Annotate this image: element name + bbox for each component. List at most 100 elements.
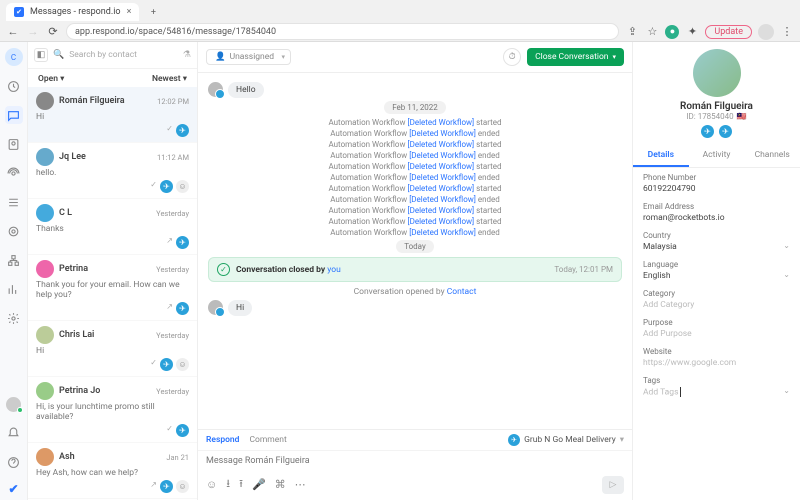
inbox-toggle-icon[interactable]: ◧ [34, 48, 48, 62]
conversation-row[interactable]: Chris Lai Yesterday Hi ✓✈☺ [28, 321, 197, 377]
timestamp: Yesterday [156, 331, 189, 340]
forward-icon[interactable]: → [26, 25, 40, 39]
telegram-icon[interactable]: ✈ [701, 125, 714, 138]
workflow-link[interactable]: [Deleted Workflow] [407, 206, 474, 215]
workflow-link[interactable]: [Deleted Workflow] [409, 151, 476, 160]
workflow-link[interactable]: [Deleted Workflow] [409, 228, 476, 237]
sent-icon: ↗ [166, 236, 173, 249]
address-bar[interactable]: app.respond.io/space/54816/message/17854… [66, 23, 619, 40]
workflow-link[interactable]: [Deleted Workflow] [407, 184, 474, 193]
org-icon[interactable] [5, 251, 23, 269]
back-icon[interactable]: ← [6, 25, 20, 39]
upload-icon[interactable]: ⭱ [239, 475, 243, 494]
close-tab-icon[interactable]: × [127, 7, 132, 17]
workflows-icon[interactable] [5, 222, 23, 240]
assignee-dropdown[interactable]: 👤 Unassigned [206, 49, 291, 65]
opened-by-link[interactable]: Contact [447, 287, 477, 297]
sort-filter[interactable]: Newest ▾ [152, 74, 187, 84]
extension-icon[interactable]: ● [665, 25, 679, 39]
workflow-link[interactable]: [Deleted Workflow] [407, 140, 474, 149]
field-value[interactable]: Malaysia [643, 242, 790, 252]
message-input[interactable] [206, 456, 624, 466]
field-value[interactable]: English [643, 271, 790, 281]
closed-by-link[interactable]: you [327, 265, 341, 275]
contacts-icon[interactable] [5, 135, 23, 153]
update-button[interactable]: Update [705, 25, 752, 39]
search-icon[interactable]: 🔍 [53, 50, 64, 60]
conversation-row[interactable]: Ash Jan 21 Hey Ash, how can we help? ↗✈☺ [28, 443, 197, 499]
workflow-link[interactable]: [Deleted Workflow] [407, 118, 474, 127]
send-button[interactable]: ▷ [602, 476, 624, 494]
browser-tab[interactable]: ✔ Messages - respond.io × [6, 3, 139, 21]
profile-avatar[interactable] [758, 24, 774, 40]
channel-select[interactable]: ✈Grub N Go Meal Delivery ▾ [508, 434, 624, 446]
tab-channels[interactable]: Channels [744, 145, 800, 167]
extensions-icon[interactable]: ✦ [685, 25, 699, 39]
open-filter[interactable]: Open ▾ [38, 74, 64, 84]
reports-icon[interactable] [5, 280, 23, 298]
conversation-row[interactable]: Petrina Jo Yesterday Hi, is your lunchti… [28, 377, 197, 443]
profile-field[interactable]: Category Add Category [643, 289, 790, 310]
workflow-link[interactable]: [Deleted Workflow] [409, 173, 476, 182]
field-value[interactable]: Add Category [643, 300, 790, 310]
broadcast-icon[interactable] [5, 164, 23, 182]
attach-icon[interactable]: ⭳ [226, 475, 230, 494]
workflow-link[interactable]: [Deleted Workflow] [407, 162, 474, 171]
workflow-link[interactable]: [Deleted Workflow] [407, 217, 474, 226]
emoji-icon[interactable]: ☺ [206, 478, 217, 491]
profile-field[interactable]: Purpose Add Purpose [643, 318, 790, 339]
profile-field[interactable]: Email Address roman@rocketbots.io [643, 202, 790, 223]
settings-icon[interactable] [5, 309, 23, 327]
chevron-down-icon[interactable]: ⌄ [783, 241, 790, 250]
snippet-icon[interactable]: ⌘ [275, 478, 286, 491]
field-value[interactable]: roman@rocketbots.io [643, 213, 790, 223]
browser-chrome: ✔ Messages - respond.io × + ← → ⟳ app.re… [0, 0, 800, 42]
more-icon[interactable]: ⋯ [295, 478, 306, 491]
conversation-row[interactable]: Petrina Yesterday Thank you for your ema… [28, 255, 197, 321]
tab-respond[interactable]: Respond [206, 435, 239, 445]
profile-field[interactable]: Website https://www.google.com [643, 347, 790, 368]
star-icon[interactable]: ☆ [645, 25, 659, 39]
preview-text: Thank you for your email. How can we hel… [36, 280, 189, 300]
conversation-row[interactable]: C L Yesterday Thanks ↗✈ [28, 199, 197, 255]
new-tab-button[interactable]: + [145, 5, 161, 21]
chevron-down-icon[interactable]: ⌄ [783, 386, 790, 395]
menu-icon[interactable]: ⋮ [780, 25, 794, 39]
timestamp: Yesterday [156, 387, 189, 396]
close-conversation-button[interactable]: Close Conversation [527, 48, 624, 66]
telegram-icon[interactable]: ✈ [719, 125, 732, 138]
list-icon[interactable] [5, 193, 23, 211]
field-value[interactable]: 60192204790 [643, 184, 790, 194]
help-icon[interactable] [5, 453, 23, 471]
conversation-row[interactable]: Jq Lee 11:12 AM hello. ✓✈☺ [28, 143, 197, 199]
conversation-row[interactable]: Román Filgueira 12:02 PM Hi ✓✈ [28, 87, 197, 143]
share-icon[interactable]: ⇪ [625, 25, 639, 39]
workflow-link[interactable]: [Deleted Workflow] [409, 129, 476, 138]
profile-field[interactable]: Country Malaysia ⌄ [643, 231, 790, 252]
profile-avatar[interactable] [693, 49, 741, 97]
dashboard-icon[interactable] [5, 77, 23, 95]
snooze-icon[interactable]: ⏱ [503, 48, 521, 66]
notifications-icon[interactable] [5, 424, 23, 442]
workspace-avatar[interactable]: C [5, 48, 23, 66]
reload-icon[interactable]: ⟳ [46, 25, 60, 39]
field-value[interactable]: Add Tags [643, 387, 790, 397]
profile-field[interactable]: Language English ⌄ [643, 260, 790, 281]
search-input[interactable]: Search by contact [69, 50, 178, 60]
field-value[interactable]: Add Purpose [643, 329, 790, 339]
chevron-down-icon[interactable]: ⌄ [783, 270, 790, 279]
conversation-opened-text: Conversation opened by Contact [208, 287, 622, 297]
messages-area[interactable]: Hello Feb 11, 2022 Automation Workflow [… [198, 73, 632, 429]
field-value[interactable]: https://www.google.com [643, 358, 790, 368]
tab-details[interactable]: Details [633, 145, 689, 167]
voice-icon[interactable]: 🎤 [252, 478, 266, 491]
tab-comment[interactable]: Comment [249, 435, 286, 445]
messages-icon[interactable] [5, 106, 23, 124]
profile-field[interactable]: Tags Add Tags ⌄ [643, 376, 790, 397]
tab-activity[interactable]: Activity [689, 145, 745, 167]
workflow-link[interactable]: [Deleted Workflow] [409, 195, 476, 204]
telegram-icon: ✈ [160, 480, 173, 493]
profile-field[interactable]: Phone Number 60192204790 [643, 173, 790, 194]
filter-icon[interactable]: ⚗ [183, 50, 191, 60]
user-avatar-icon[interactable] [5, 395, 23, 413]
